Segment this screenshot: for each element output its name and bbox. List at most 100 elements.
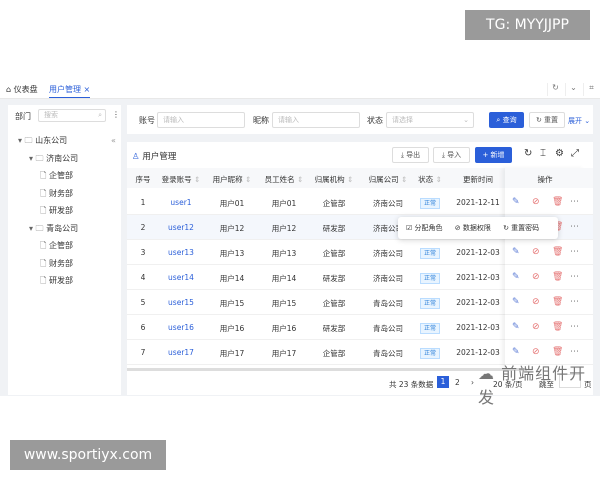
- watermark-top: TG: MYYJJPP: [465, 10, 590, 40]
- watermark-bottom: www.sportiyx.com: [10, 440, 166, 470]
- file-icon: 🗋: [40, 276, 49, 285]
- folder-icon: ▾ 🗀: [29, 153, 47, 163]
- table-cell: 企管部: [322, 199, 346, 208]
- refresh-icon[interactable]: ↻: [524, 148, 532, 159]
- table-cell: 用户17: [271, 349, 297, 358]
- wechat-watermark: ☁ 前端组件开发: [478, 364, 587, 407]
- table-cell: 企管部: [322, 349, 346, 358]
- search-form: 账号 请输入 昵称 请输入 状态 请选择 ⌄ ⌕ 查询 ↻ 重置 展开 ⌄: [127, 105, 593, 134]
- file-icon: 🗋: [40, 258, 49, 268]
- table-cell: 2021-12-03: [456, 298, 500, 307]
- table-cell: 2021-12-03: [456, 323, 500, 332]
- tree-node[interactable]: 🗋 企管部: [40, 170, 73, 184]
- table-cell: 研发部: [322, 324, 346, 333]
- tree-node[interactable]: 🗋 研发部: [40, 275, 73, 289]
- column-header[interactable]: 员工姓名 ⇕: [259, 174, 309, 185]
- chevron-down-icon[interactable]: ⌄: [565, 83, 581, 96]
- table-cell: 用户01: [271, 199, 297, 208]
- nickname-input[interactable]: 请输入: [272, 112, 360, 128]
- tree-node[interactable]: 🗋 研发部: [40, 205, 73, 219]
- next-page-icon[interactable]: ›: [471, 378, 474, 387]
- table-cell[interactable]: user1: [153, 198, 209, 207]
- search-icon: ⌕: [98, 111, 102, 119]
- tab-bar: ⌂ 仪表盘 用户管理 × ↻ ⌄ ⌗: [0, 80, 600, 99]
- table-cell: 用户16: [219, 324, 245, 333]
- collapse-icon[interactable]: «: [111, 136, 116, 145]
- folder-icon: ▾ 🗀: [18, 136, 36, 145]
- table-cell: 研发部: [322, 224, 346, 233]
- user-table-panel: ♙ 用户管理 ⤓ 导出 ⤓ 导入 + 新增 ↻ ⌶ ⚙ ⤢ 序号 登录账号 ⇕ 用户…: [127, 142, 593, 395]
- tab-user-management[interactable]: 用户管理 ×: [49, 84, 91, 98]
- table-cell: 用户16: [271, 324, 297, 333]
- table-title: ♙ 用户管理: [132, 152, 177, 162]
- expand-link[interactable]: 展开 ⌄: [568, 116, 590, 126]
- account-input[interactable]: 请输入: [157, 112, 245, 128]
- chevron-down-icon: ⌄: [463, 116, 469, 124]
- column-height-icon[interactable]: ⌶: [540, 148, 546, 159]
- table-cell: 用户15: [219, 299, 245, 308]
- tab-dashboard[interactable]: ⌂ 仪表盘: [6, 84, 38, 95]
- table-cell: 用户15: [271, 299, 297, 308]
- column-header[interactable]: 归属机构 ⇕: [309, 174, 359, 185]
- import-button[interactable]: ⤓ 导入: [433, 147, 470, 163]
- table-cell: 用户17: [219, 349, 245, 358]
- table-cell: 用户12: [271, 224, 297, 233]
- reset-button[interactable]: ↻ 重置: [529, 112, 565, 128]
- tree-node[interactable]: 🗋 财务部: [40, 188, 73, 202]
- tree-search-input[interactable]: 搜索 ⌕: [38, 109, 106, 122]
- table-cell[interactable]: user13: [153, 248, 209, 257]
- horizontal-scrollbar[interactable]: [127, 368, 527, 371]
- table-cell: 2021-12-03: [456, 348, 500, 357]
- fullscreen-icon[interactable]: ⌗: [583, 83, 599, 96]
- table-cell: 研发部: [322, 274, 346, 283]
- department-tree-panel: 部门 搜索 ⌕ ⋮ « ▾ 🗀 山东公司 ▾ 🗀 济南公司 🗋 企管部 🗋 财务部 🗋 研…: [8, 105, 121, 395]
- table-cell: 2021-12-03: [456, 248, 500, 257]
- table-cell[interactable]: user17: [153, 348, 209, 357]
- table-cell[interactable]: user14: [153, 273, 209, 282]
- tree-node[interactable]: 🗋 企管部: [40, 240, 73, 254]
- menu-data-permission[interactable]: ⊘ 数据权限: [455, 224, 491, 232]
- folder-icon: ▾ 🗀: [29, 223, 47, 233]
- fixed-operations-column: [505, 168, 585, 368]
- table-cell: 用户14: [271, 274, 297, 283]
- app: ⌂ 仪表盘 用户管理 × ↻ ⌄ ⌗ 部门 搜索 ⌕ ⋮ « ▾ 🗀 山东公司 ▾ …: [0, 80, 600, 396]
- page-1[interactable]: 1: [437, 376, 449, 388]
- more-actions-popup: ☑ 分配角色 ⊘ 数据权限 ↻ 重置密码: [398, 217, 558, 239]
- more-icon[interactable]: ⋮: [112, 110, 120, 119]
- fullscreen-icon[interactable]: ⤢: [571, 148, 579, 159]
- table-cell[interactable]: user15: [153, 298, 209, 307]
- query-button[interactable]: ⌕ 查询: [489, 112, 524, 128]
- table-cell: 企管部: [322, 249, 346, 258]
- tree-node[interactable]: ▾ 🗀 济南公司: [29, 153, 78, 167]
- table-cell: 用户01: [219, 199, 245, 208]
- column-header[interactable]: 状态 ⇕: [405, 174, 455, 185]
- column-header[interactable]: 登录账号 ⇕: [156, 174, 206, 185]
- file-icon: 🗋: [40, 206, 49, 215]
- add-button[interactable]: + 新增: [475, 147, 512, 163]
- table-cell: 2021-12-03: [456, 273, 500, 282]
- refresh-icon[interactable]: ↻: [547, 83, 563, 96]
- column-header[interactable]: 更新时间: [453, 174, 503, 185]
- settings-icon[interactable]: ⚙: [555, 148, 564, 159]
- total-count: 共 23 条数据: [389, 380, 434, 389]
- tree-node[interactable]: 🗋 财务部: [40, 258, 73, 272]
- tree-node[interactable]: ▾ 🗀 青岛公司: [29, 223, 78, 237]
- export-button[interactable]: ⤓ 导出: [392, 147, 429, 163]
- table-cell: 用户13: [219, 249, 245, 258]
- column-header[interactable]: 用户昵称 ⇕: [207, 174, 257, 185]
- table-cell[interactable]: user16: [153, 323, 209, 332]
- user-icon: ♙: [132, 152, 140, 162]
- table-cell[interactable]: user12: [153, 223, 209, 232]
- table-cell: 2021-12-11: [456, 198, 500, 207]
- table-cell: 企管部: [322, 299, 346, 308]
- home-icon: ⌂: [6, 85, 12, 94]
- status-select[interactable]: 请选择 ⌄: [386, 112, 474, 128]
- menu-reset-password[interactable]: ↻ 重置密码: [503, 224, 539, 232]
- close-icon[interactable]: ×: [84, 85, 91, 94]
- tree-title: 部门: [15, 112, 31, 121]
- menu-assign-role[interactable]: ☑ 分配角色: [406, 224, 443, 232]
- wechat-icon: ☁: [478, 364, 495, 383]
- table-cell: 用户13: [271, 249, 297, 258]
- tree-node[interactable]: ▾ 🗀 山东公司: [18, 135, 67, 149]
- page-2[interactable]: 2: [455, 378, 460, 387]
